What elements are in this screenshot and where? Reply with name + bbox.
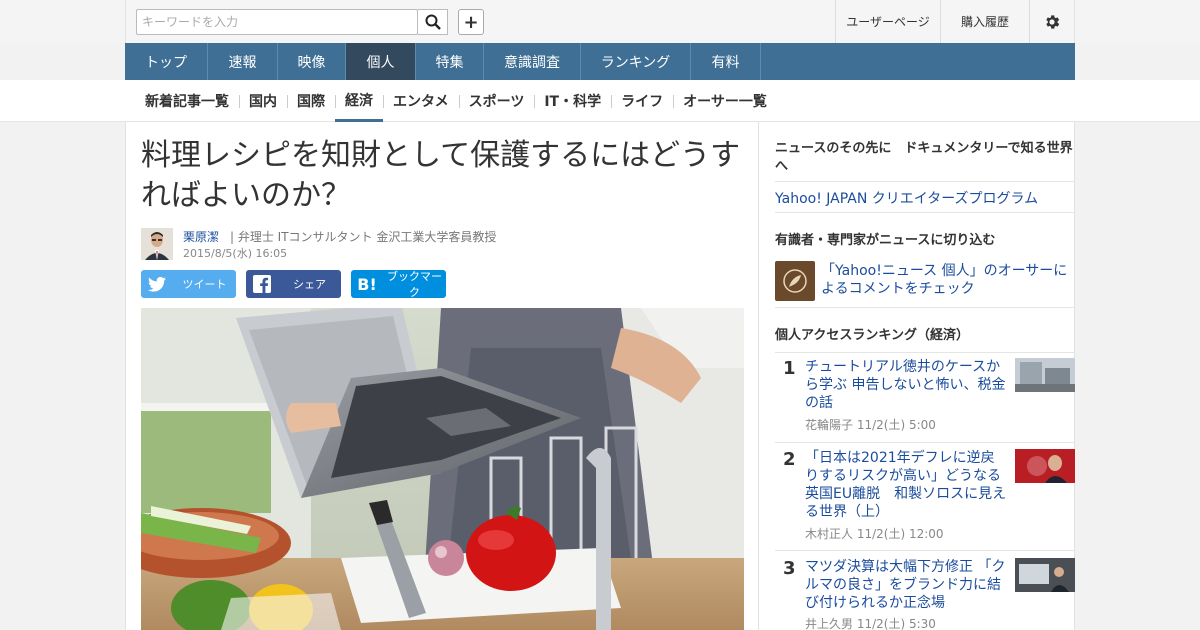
rank-author-date: 井上久男 11/2(土) 5:30 — [805, 617, 936, 630]
sidebar: ニュースのその先に ドキュメンタリーで知る世界へ Yahoo! JAPAN クリ… — [775, 122, 1076, 630]
author-title: | 弁理士 ITコンサルタント 金沢工業大学客員教授 — [230, 230, 497, 244]
subnav-label: エンタメ — [393, 94, 449, 110]
nav-survey[interactable]: 意識調査 — [484, 43, 581, 80]
creators-program-link[interactable]: Yahoo! JAPAN クリエイターズプログラム — [775, 188, 1038, 208]
rank-title-link[interactable]: チュートリアル徳井のケースから学ぶ 申告しないと怖い、税金の話 — [805, 358, 1007, 412]
header: + ユーザーページ 購入履歴 — [125, 0, 1075, 43]
subnav-international[interactable]: 国際 — [287, 80, 336, 122]
expert-comments-link[interactable]: 「Yahoo!ニュース 個人」のオーサーによるコメントをチェック — [821, 262, 1071, 298]
rank-number: 1 — [783, 358, 796, 379]
subnav-latest[interactable]: 新着記事一覧 — [135, 80, 240, 122]
subnav-domestic[interactable]: 国内 — [239, 80, 288, 122]
divider — [775, 550, 1075, 551]
subnav-economy[interactable]: 経済 — [335, 80, 384, 122]
nav-ranking[interactable]: ランキング — [581, 43, 691, 80]
search-box — [136, 9, 418, 35]
divider — [775, 352, 1075, 353]
subnav-life[interactable]: ライフ — [611, 80, 675, 122]
divider — [775, 307, 1075, 308]
rank-thumbnail[interactable] — [1015, 558, 1075, 592]
twitter-icon — [148, 276, 166, 292]
search-icon — [425, 14, 441, 30]
gear-icon — [1046, 14, 1060, 29]
purchase-history-link[interactable]: 購入履歴 — [940, 0, 1029, 43]
nav-individual[interactable]: 個人 — [346, 43, 416, 80]
user-page-link[interactable]: ユーザーページ — [835, 0, 940, 43]
rank-thumbnail[interactable] — [1015, 358, 1075, 392]
add-button[interactable]: + — [458, 9, 484, 35]
rank-number: 3 — [783, 558, 796, 579]
facebook-share-label: シェア — [293, 278, 326, 291]
tweet-button[interactable]: ツイート — [141, 270, 236, 298]
rank-title-link[interactable]: マツダ決算は大幅下方修正 「クルマの良さ」をブランド力に結び付けられるか正念場 — [805, 558, 1007, 612]
rank-title-link[interactable]: 「日本は2021年デフレに逆戻りするリスクが高い」どうなる英国EU離脱 和製ソロ… — [805, 449, 1007, 521]
subnav-label: 国際 — [297, 94, 325, 110]
subnav-label: ライフ — [621, 94, 664, 110]
subnav-label: IT・科学 — [544, 94, 602, 110]
subnav-entertainment[interactable]: エンタメ — [383, 80, 460, 122]
article: 料理レシピを知財として保護するにはどうすればよいのか？ 栗原潔 | 弁理士 IT… — [126, 122, 759, 630]
search-button[interactable] — [418, 9, 448, 35]
subnav-label: オーサー一覧 — [683, 94, 767, 110]
rank-thumbnail[interactable] — [1015, 449, 1075, 483]
facebook-icon — [253, 275, 271, 293]
tweet-label: ツイート — [182, 278, 227, 291]
hatena-bookmark-icon: B! — [357, 274, 377, 294]
search-input[interactable] — [137, 10, 407, 34]
author-avatar[interactable] — [141, 228, 173, 260]
subnav-label: 新着記事一覧 — [145, 94, 229, 110]
experts-heading: 有識者・専門家がニュースに切り込む — [775, 233, 996, 248]
rank-author-date: 花輪陽子 11/2(土) 5:00 — [805, 418, 936, 432]
comment-icon[interactable] — [775, 261, 815, 301]
rank-author-date: 木村正人 11/2(土) 12:00 — [805, 527, 944, 541]
feather-icon — [783, 269, 807, 293]
article-hero-image — [141, 308, 744, 630]
subnav-it-science[interactable]: IT・科学 — [534, 80, 613, 122]
nav-features[interactable]: 特集 — [416, 43, 484, 80]
content-area: 料理レシピを知財として保護するにはどうすればよいのか？ 栗原潔 | 弁理士 IT… — [125, 122, 1075, 630]
divider — [775, 212, 1075, 213]
promo-heading: ニュースのその先に ドキュメンタリーで知る世界へ — [775, 141, 1073, 174]
publish-date: 2015/8/5(水) 16:05 — [183, 247, 288, 260]
divider — [775, 181, 1075, 182]
ranking-heading: 個人アクセスランキング（経済） — [775, 328, 969, 343]
hatena-bookmark-label: ブックマーク — [387, 270, 442, 299]
subnav-label: スポーツ — [468, 94, 525, 110]
settings-button[interactable] — [1029, 0, 1074, 43]
hatena-bookmark-button[interactable]: B! ブックマーク — [351, 270, 446, 299]
divider — [775, 442, 1075, 443]
rank-number: 2 — [783, 449, 796, 470]
nav-video[interactable]: 映像 — [278, 43, 346, 80]
subnav-authors[interactable]: オーサー一覧 — [673, 80, 777, 122]
subnav-label: 国内 — [249, 94, 277, 110]
author-name-link[interactable]: 栗原潔 — [183, 228, 219, 245]
sub-nav: 新着記事一覧 国内 国際 経済 エンタメ スポーツ IT・科学 ライフ オーサー… — [135, 80, 777, 122]
subnav-label: 経済 — [345, 92, 373, 109]
subnav-sports[interactable]: スポーツ — [459, 80, 536, 122]
facebook-share-button[interactable]: シェア — [246, 270, 341, 298]
article-title: 料理レシピを知財として保護するにはどうすればよいのか？ — [141, 138, 741, 213]
nav-paid[interactable]: 有料 — [691, 43, 761, 80]
nav-breaking[interactable]: 速報 — [208, 43, 278, 80]
plus-icon: + — [463, 11, 479, 33]
main-nav: トップ 速報 映像 個人 特集 意識調査 ランキング 有料 — [125, 43, 1075, 80]
author-photo — [141, 228, 173, 260]
nav-top[interactable]: トップ — [125, 43, 208, 80]
